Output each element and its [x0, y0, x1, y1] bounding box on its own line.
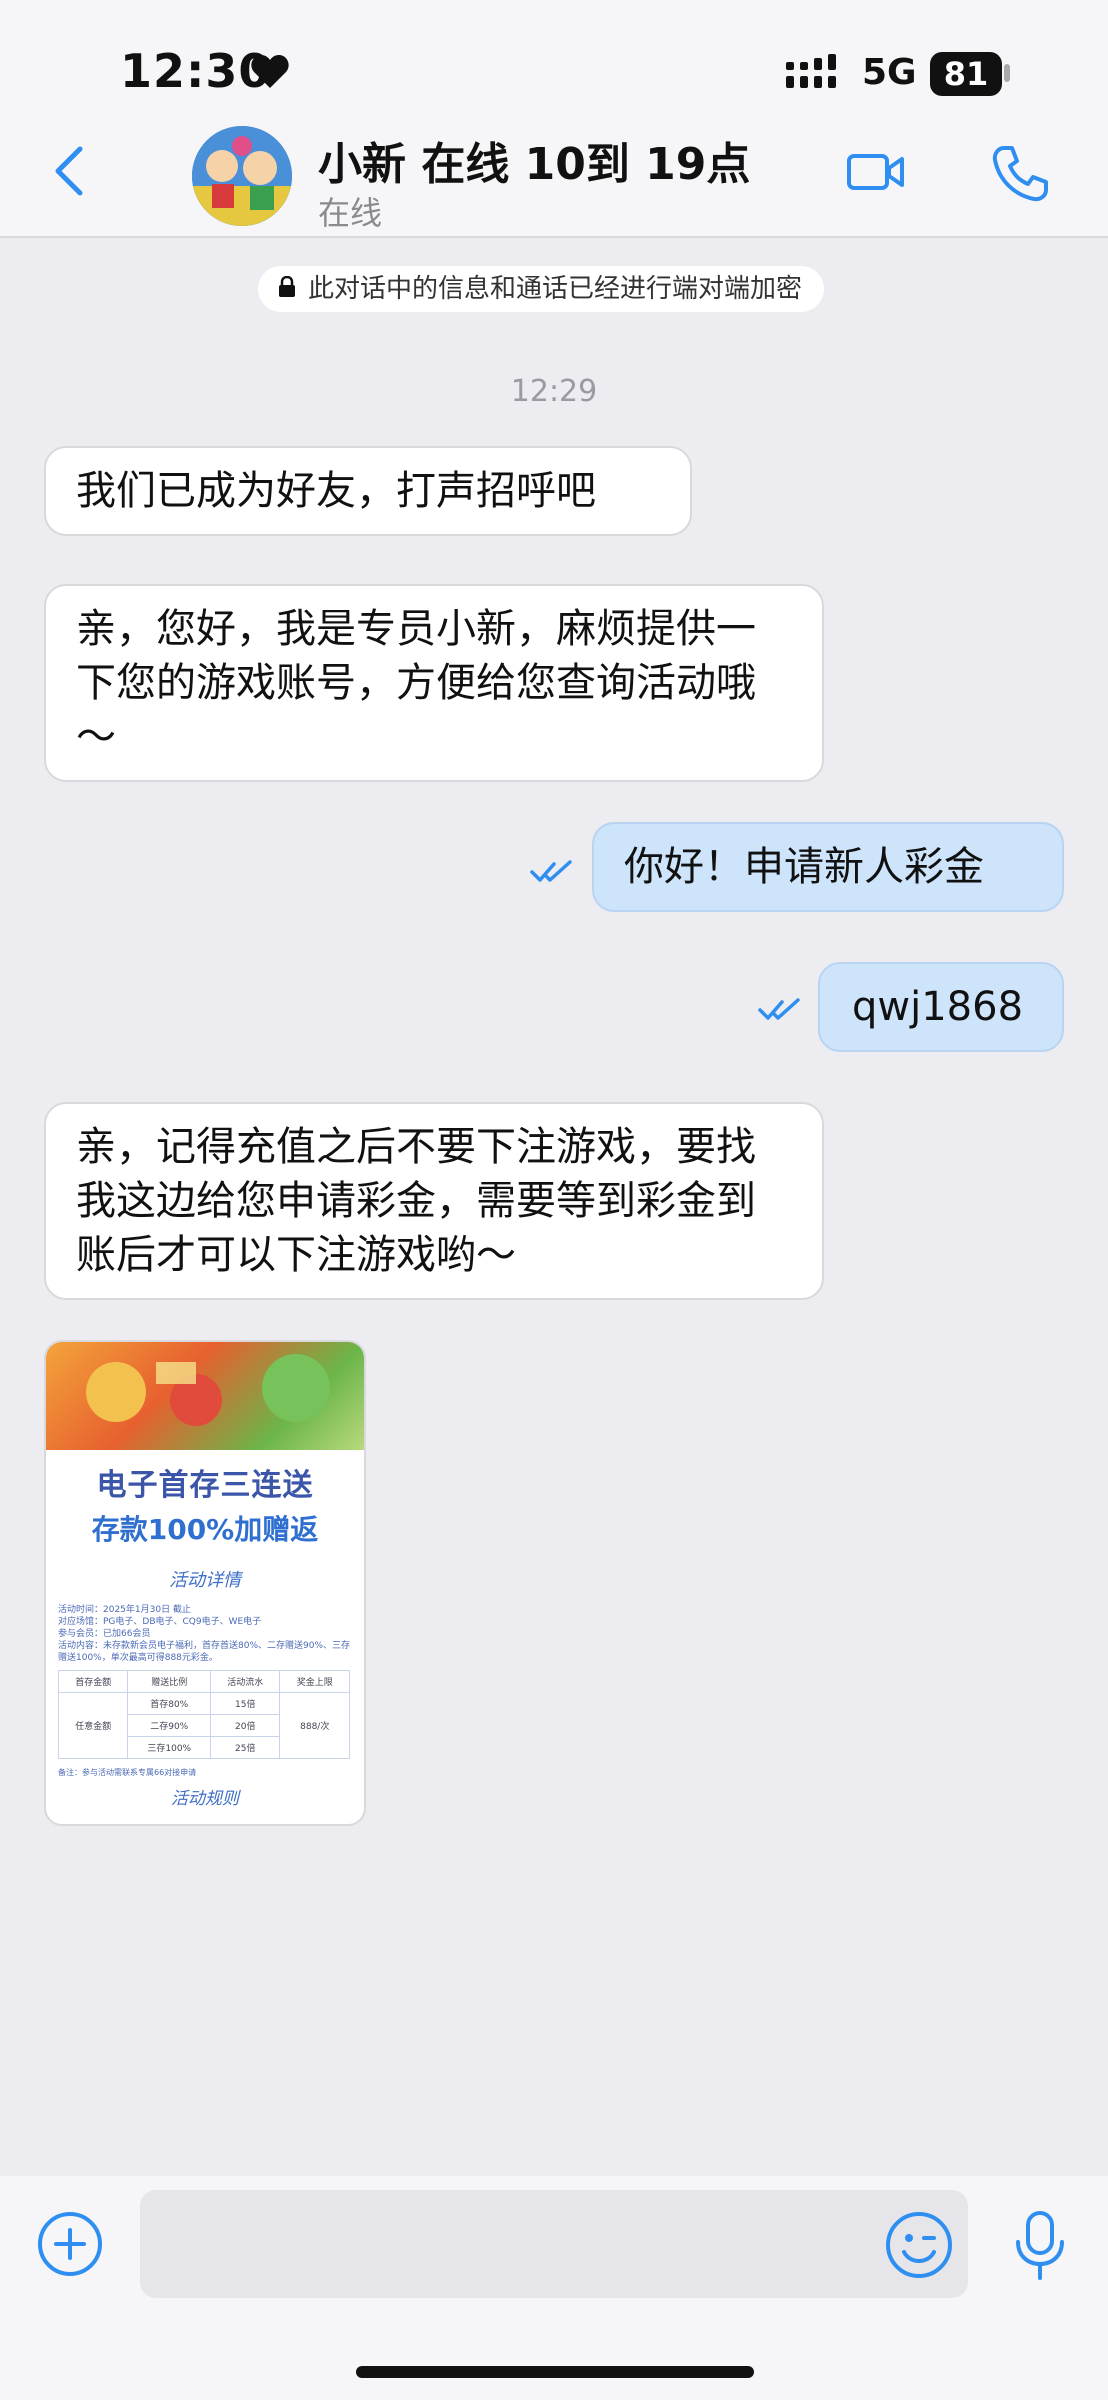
double-check-icon [530, 860, 572, 882]
promo-details: 活动时间：2025年1月30日 截止 对应场馆：PG电子、DB电子、CQ9电子、… [46, 1604, 364, 1664]
message-bubble-incoming[interactable]: 我们已成为好友，打声招呼吧 [44, 446, 692, 536]
table-cell-amount: 任意金额 [57, 1692, 129, 1759]
message-text: 我们已成为好友，打声招呼吧 [76, 468, 596, 514]
encryption-notice: 此对话中的信息和通话已经进行端对端加密 [258, 266, 825, 312]
promo-detail-line: 参与会员：已加66会员 [58, 1629, 151, 1639]
promo-headline: 电子首存三连送 [96, 1468, 314, 1503]
image-message[interactable]: 电子首存三连送 存款100%加赠返 活动详情 活动时间：2025年1月30日 截… [44, 1340, 366, 1826]
avatar[interactable] [192, 126, 292, 226]
double-check-icon [758, 998, 800, 1020]
back-chevron-icon[interactable] [54, 145, 84, 197]
video-call-icon[interactable] [846, 150, 906, 194]
table-cell: 三存100% [127, 1736, 212, 1759]
promo-detail-line: 对应场馆：PG电子、DB电子、CQ9电子、WE电子 [58, 1617, 262, 1627]
table-cell: 15倍 [210, 1692, 281, 1715]
message-bubble-outgoing[interactable]: 你好！申请新人彩金 [592, 822, 1064, 912]
table-cell: 首存80% [127, 1692, 212, 1715]
plus-icon[interactable] [36, 2210, 104, 2278]
promo-detail-line: 活动时间：2025年1月30日 截止 [58, 1605, 191, 1615]
table-header: 奖金上限 [279, 1670, 350, 1693]
message-timestamp: 12:29 [510, 374, 598, 409]
message-text: 你好！申请新人彩金 [624, 844, 984, 890]
chat-title: 小新 在线 10到 19点 [318, 139, 751, 190]
chat-status: 在线 [318, 194, 383, 232]
status-time: 12:30 [120, 44, 272, 98]
battery-tip [1004, 64, 1010, 82]
table-cell: 二存90% [127, 1714, 212, 1737]
promo-subheadline: 存款100%加赠返 [91, 1513, 319, 1546]
battery-level: 81 [930, 52, 1002, 96]
message-bubble-incoming[interactable]: 亲，您好，我是专员小新，麻烦提供一下您的游戏账号，方便给您查询活动哦～ [44, 584, 824, 782]
encryption-text: 此对话中的信息和通话已经进行端对端加密 [308, 274, 803, 304]
promo-note: 备注：参与活动需联系专属66对接申请 [58, 1768, 197, 1777]
message-text: qwj1868 [852, 984, 1024, 1030]
promo-table: 首存金额 赠送比例 活动流水 奖金上限 任意金额 首存80% 15倍 888/次… [57, 1670, 350, 1759]
phone-call-icon[interactable] [990, 144, 1050, 204]
promo-detail-line: 活动内容：未存款新会员电子福利，首存首送80%、二存赠送90%、三存赠送100%… [58, 1641, 351, 1663]
table-cell: 20倍 [210, 1714, 281, 1737]
table-cell: 25倍 [210, 1736, 281, 1759]
message-input[interactable] [140, 2190, 968, 2298]
promo-section-title: 活动详情 [169, 1570, 241, 1591]
lock-icon [279, 275, 295, 297]
avatar-image [192, 126, 292, 226]
top-bar: 12:30 5G 81 小新 在线 10到 19点 在线 [0, 0, 1108, 238]
network-label: 5G [862, 52, 917, 93]
table-cell-cap: 888/次 [279, 1692, 350, 1759]
message-text: 亲，您好，我是专员小新，麻烦提供一下您的游戏账号，方便给您查询活动哦～ [76, 606, 756, 760]
table-header: 活动流水 [210, 1670, 281, 1693]
message-bubble-outgoing[interactable]: qwj1868 [818, 962, 1064, 1052]
promo-characters-image [86, 1354, 330, 1426]
table-header: 首存金额 [57, 1670, 129, 1693]
home-indicator [356, 2366, 754, 2378]
promo-banner-art [46, 1342, 364, 1450]
heart-icon [251, 55, 289, 88]
signal-icon [786, 54, 836, 88]
message-bubble-incoming[interactable]: 亲，记得充值之后不要下注游戏，要找我这边给您申请彩金，需要等到彩金到账后才可以下… [44, 1102, 824, 1300]
promo-rules-title: 活动规则 [171, 1789, 239, 1809]
emoji-icon[interactable] [884, 2210, 954, 2280]
message-text: 亲，记得充值之后不要下注游戏，要找我这边给您申请彩金，需要等到彩金到账后才可以下… [76, 1124, 756, 1278]
table-header: 赠送比例 [127, 1670, 212, 1693]
microphone-icon[interactable] [1012, 2210, 1068, 2282]
